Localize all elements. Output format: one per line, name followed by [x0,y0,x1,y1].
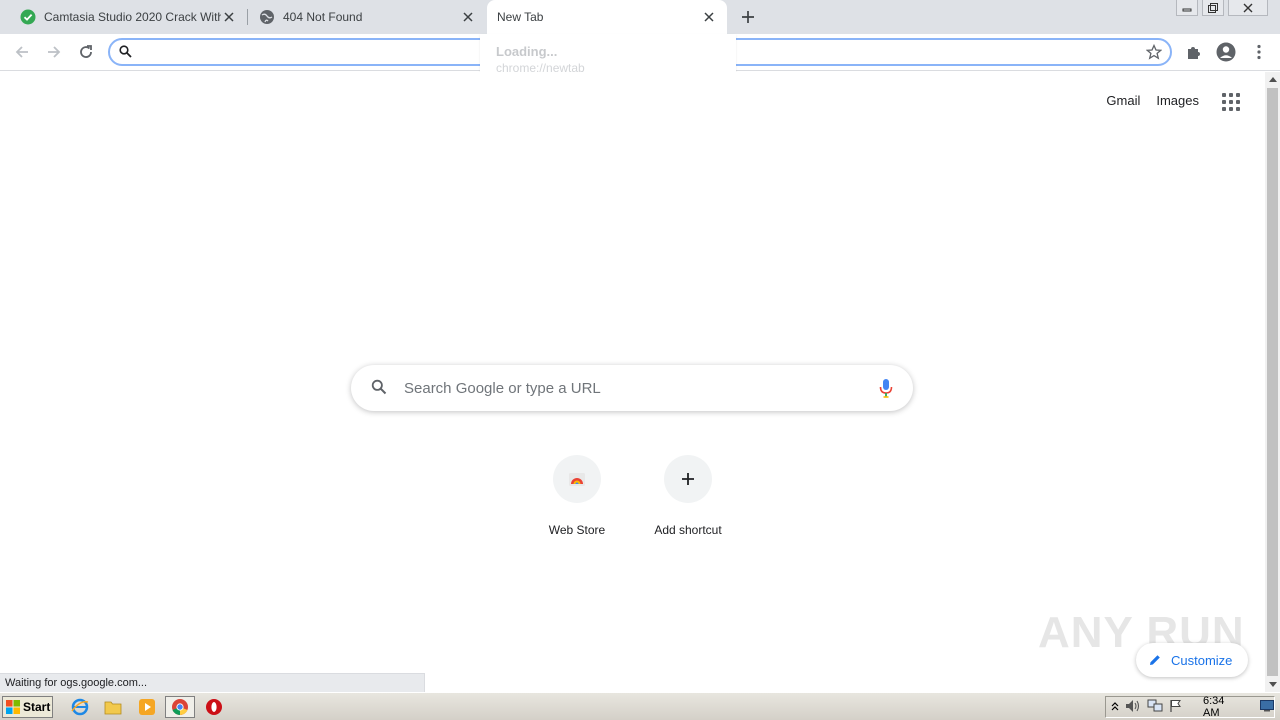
forward-arrow-icon [48,46,61,58]
tab-title: Camtasia Studio 2020 Crack With Lic [44,10,221,24]
tab-strip: Camtasia Studio 2020 Crack With Lic 404 … [0,0,1280,34]
start-label: Start [23,700,51,714]
profile-button[interactable] [1214,40,1238,64]
top-links: Gmail Images [1106,93,1199,108]
scroll-up-arrow-icon[interactable] [1265,72,1280,87]
show-desktop-icon[interactable] [1260,699,1274,715]
apps-grid-icon[interactable] [1219,90,1243,114]
tab-new-tab[interactable]: New Tab [487,0,727,34]
search-placeholder: Search Google or type a URL [404,380,601,397]
globe-icon [259,9,275,25]
plus-icon [742,11,754,23]
status-bubble: Waiting for ogs.google.com... [0,673,425,693]
scroll-down-arrow-icon[interactable] [1265,677,1280,692]
tab-title: New Tab [497,10,544,24]
vertical-scrollbar[interactable] [1265,72,1280,692]
tab-camtasia[interactable]: Camtasia Studio 2020 Crack With Lic [0,0,247,34]
search-icon [371,379,387,400]
tab-title: 404 Not Found [283,10,363,24]
microphone-icon[interactable] [879,378,893,403]
back-arrow-icon [15,46,28,58]
window-controls [1176,0,1268,16]
back-button[interactable] [10,40,34,64]
shortcut-label: Web Store [548,523,606,537]
start-button[interactable]: Start [2,696,53,718]
windows-logo-icon [6,700,20,714]
media-player-icon[interactable] [136,697,158,717]
search-icon [119,45,132,63]
shortcut-add[interactable]: Add shortcut [632,455,744,537]
internet-explorer-icon[interactable] [69,697,91,717]
reload-icon [80,45,92,58]
reload-button[interactable] [74,40,98,64]
clock[interactable]: 6:34 AM [1203,695,1240,719]
account-icon [1216,42,1236,62]
images-link[interactable]: Images [1156,93,1199,108]
file-explorer-icon[interactable] [102,697,124,717]
tab-close-icon[interactable] [460,9,476,25]
opera-icon[interactable] [203,697,225,717]
forward-button[interactable] [42,40,66,64]
action-center-flag-icon[interactable] [1169,699,1183,716]
tab-close-icon[interactable] [701,9,717,25]
volume-icon[interactable] [1125,699,1141,716]
tab-close-icon[interactable] [221,9,237,25]
more-vert-icon [1257,44,1261,60]
new-tab-button[interactable] [738,7,758,27]
puzzle-icon [1188,47,1200,59]
dropdown-loading-text: Loading... [496,44,558,59]
new-tab-page: Gmail Images Search Google or type a URL… [0,72,1265,693]
customize-button[interactable]: Customize [1136,643,1248,677]
bookmark-star-icon[interactable] [1145,43,1163,65]
pencil-icon [1150,655,1160,665]
chrome-taskbar-icon[interactable] [165,696,195,718]
system-tray: 6:34 AM [1105,695,1275,719]
taskbar: Start 6:34 AM [0,692,1280,720]
scrollbar-thumb[interactable] [1267,88,1278,676]
webstore-icon [553,455,601,503]
menu-button[interactable] [1247,40,1271,64]
shortcut-label: Add shortcut [654,523,722,537]
gmail-link[interactable]: Gmail [1106,93,1140,108]
customize-label: Customize [1171,652,1233,668]
google-search-box[interactable]: Search Google or type a URL [351,365,913,411]
plus-icon [664,455,712,503]
window-close-button[interactable] [1228,0,1268,16]
tab-404[interactable]: 404 Not Found [239,0,486,34]
minimize-button[interactable] [1176,0,1198,16]
network-icon[interactable] [1147,699,1163,716]
shortcut-web-store[interactable]: Web Store [521,455,633,537]
extensions-button[interactable] [1182,40,1206,64]
show-hidden-icons-icon[interactable] [1111,701,1119,714]
restore-button[interactable] [1202,0,1224,16]
check-circle-icon [20,9,36,25]
